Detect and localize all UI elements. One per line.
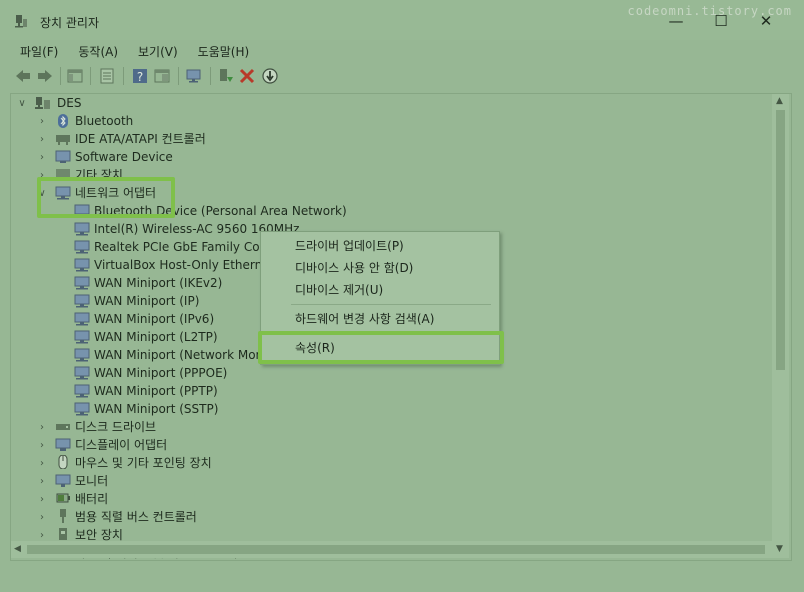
uninstall-icon[interactable] [238, 67, 256, 85]
status-bar [8, 562, 796, 584]
network-adapter-label: WAN Miniport (PPPOE) [94, 366, 228, 380]
software-device-icon [55, 150, 71, 163]
highlight-properties [258, 331, 504, 364]
network-adapter-icon [74, 258, 90, 272]
expand-icon[interactable]: › [37, 490, 47, 508]
close-icon: ✕ [759, 12, 773, 30]
network-adapter-icon [74, 348, 90, 362]
menu-view[interactable]: 보기(V) [126, 43, 186, 60]
svg-text:?: ? [137, 70, 143, 84]
horizontal-scroll-thumb[interactable] [27, 545, 765, 554]
maximize-button[interactable]: ☐ [707, 11, 735, 31]
expand-icon[interactable]: › [37, 436, 47, 454]
menu-update-driver[interactable]: 드라이버 업데이트(P) [295, 237, 404, 254]
device-manager-app-icon [15, 15, 27, 28]
bluetooth-icon [58, 114, 68, 128]
network-adapter-icon [74, 366, 90, 380]
show-hide-console-tree-icon[interactable] [66, 67, 84, 85]
menu-help[interactable]: 도움말(H) [186, 43, 258, 60]
expand-icon[interactable]: › [37, 472, 47, 490]
network-adapter-label: WAN Miniport (IP) [94, 294, 200, 308]
vertical-scrollbar[interactable]: ▲ [772, 94, 789, 558]
menu-uninstall-device[interactable]: 디바이스 제거(U) [295, 281, 383, 298]
menu-action[interactable]: 동작(A) [66, 43, 126, 60]
scan-hardware-icon[interactable] [185, 67, 203, 85]
network-adapter-icon [74, 330, 90, 344]
network-adapter-label: WAN Miniport (L2TP) [94, 330, 218, 344]
network-adapter-icon [74, 276, 90, 290]
tree-item-label: 디스플레이 어댑터 [75, 438, 168, 452]
network-adapter-label: WAN Miniport (SSTP) [94, 402, 219, 416]
menu-bar: 파일(F) 동작(A) 보기(V) 도움말(H) [8, 40, 796, 62]
toolbar-separator [90, 67, 91, 85]
network-adapter-icon [74, 222, 90, 236]
menu-scan-hardware[interactable]: 하드웨어 변경 사항 검색(A) [295, 310, 434, 327]
expand-icon[interactable]: › [37, 148, 47, 166]
toolbar-separator [60, 67, 61, 85]
toolbar: ? [8, 62, 796, 90]
tree-item-label: Bluetooth [75, 114, 134, 128]
tree-item-label: 디스크 드라이브 [75, 420, 157, 434]
disk-drive-icon [56, 424, 70, 430]
collapse-icon[interactable]: ∨ [17, 94, 27, 112]
expand-icon[interactable]: › [37, 130, 47, 148]
network-adapter-label: WAN Miniport (IKEv2) [94, 276, 223, 290]
scroll-down-icon[interactable]: ▼ [776, 544, 783, 554]
back-arrow-icon[interactable] [14, 67, 32, 85]
help-icon[interactable]: ? [131, 67, 149, 85]
disable-device-icon[interactable] [261, 67, 279, 85]
network-adapter-icon [74, 402, 90, 416]
network-adapter-label: WAN Miniport (IPv6) [94, 312, 215, 326]
close-button[interactable]: ✕ [752, 11, 780, 31]
menu-file[interactable]: 파일(F) [8, 43, 66, 60]
expand-icon[interactable]: › [37, 454, 47, 472]
forward-arrow-icon[interactable] [36, 67, 54, 85]
view-icon[interactable] [153, 67, 171, 85]
monitor-icon [55, 474, 71, 487]
scroll-up-icon[interactable]: ▲ [776, 96, 783, 106]
ide-controller-icon [56, 135, 70, 145]
tree-root-label: DES [57, 96, 82, 110]
menu-separator [291, 304, 491, 305]
network-adapter-label: WAN Miniport (PPTP) [94, 384, 218, 398]
horizontal-scrollbar[interactable]: ◀ [11, 541, 772, 558]
tree-item-label: 범용 직렬 버스 컨트롤러 [75, 510, 197, 524]
vertical-scroll-thumb[interactable] [776, 110, 785, 370]
toolbar-separator [123, 67, 124, 85]
toolbar-separator [178, 67, 179, 85]
title-bar: 장치 관리자 codeomni.tistory.com — ☐ ✕ [0, 0, 804, 40]
tree-item-label: Software Device [75, 150, 173, 164]
display-adapter-icon [55, 438, 71, 451]
expand-icon[interactable]: › [37, 418, 47, 436]
tree-item-label: 배터리 [75, 492, 109, 506]
battery-icon [56, 493, 70, 503]
network-adapter-icon [74, 294, 90, 308]
expand-icon[interactable]: › [37, 508, 47, 526]
network-adapter-icon [74, 384, 90, 398]
device-manager-window: 장치 관리자 codeomni.tistory.com — ☐ ✕ 파일(F) … [0, 0, 804, 592]
maximize-icon: ☐ [714, 12, 728, 30]
tree-item-label: 모니터 [75, 474, 109, 488]
tree-item-label: 마우스 및 기타 포인팅 장치 [75, 456, 212, 470]
network-adapter-icon [74, 312, 90, 326]
mouse-icon [58, 455, 68, 469]
minimize-icon: — [668, 12, 684, 30]
tree-item-label: IDE ATA/ATAPI 컨트롤러 [75, 132, 206, 146]
computer-icon [35, 97, 50, 109]
network-adapter-icon [74, 240, 90, 254]
minimize-button[interactable]: — [662, 11, 690, 31]
usb-controller-icon [60, 509, 66, 523]
menu-disable-device[interactable]: 디바이스 사용 안 함(D) [295, 259, 413, 276]
properties-icon[interactable] [98, 67, 116, 85]
toolbar-separator [210, 67, 211, 85]
update-driver-icon[interactable] [217, 67, 235, 85]
highlight-network-adapters [37, 177, 175, 218]
security-device-icon [59, 528, 67, 540]
scroll-left-icon[interactable]: ◀ [14, 544, 21, 554]
window-title: 장치 관리자 [40, 16, 100, 30]
expand-icon[interactable]: › [37, 112, 47, 130]
